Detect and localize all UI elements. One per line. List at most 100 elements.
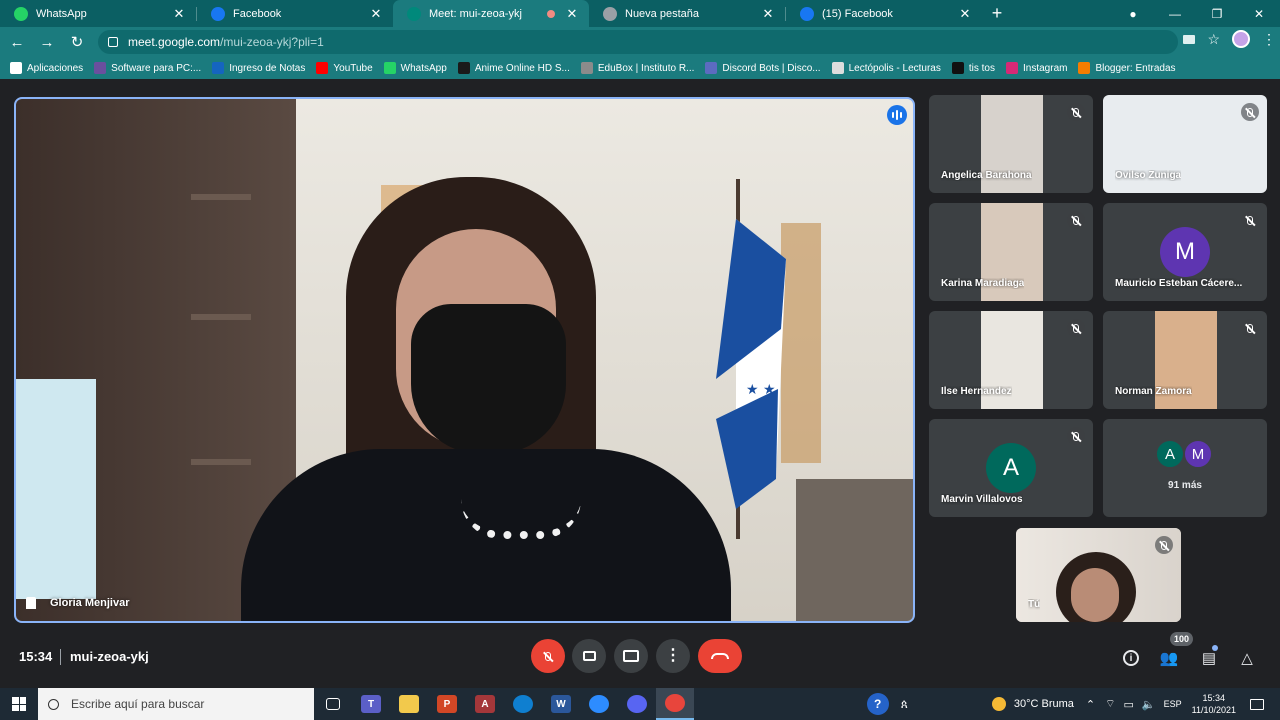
people-tray-icon[interactable]: ጰ	[901, 697, 908, 712]
taskbar-app-button[interactable]: A	[466, 688, 504, 720]
more-avatars: AM	[1155, 439, 1213, 469]
forward-button[interactable]: →	[34, 29, 60, 55]
participant-avatar: M	[1160, 227, 1210, 277]
weather-text[interactable]: 30°C Bruma	[1014, 698, 1074, 710]
people-button[interactable]: 👥	[1158, 647, 1180, 669]
taskbar-clock[interactable]: 15:34 11/10/2021	[1192, 692, 1236, 716]
bookmark-item[interactable]: Blogger: Entradas	[1078, 62, 1176, 74]
more-participants-label: 91 más	[1168, 480, 1202, 491]
meet-control-bar: 15:34 mui-zeoa-ykj ⋮ i 👥 100 ▤ △	[0, 631, 1280, 687]
profile-avatar[interactable]	[1232, 30, 1250, 48]
participant-tile[interactable]: A Marvin Villalovos	[929, 419, 1093, 517]
taskbar-app-button[interactable]	[390, 688, 428, 720]
participant-tile[interactable]: Ilse Hernandez	[929, 311, 1093, 409]
participant-avatar: M	[1183, 439, 1213, 469]
self-mic-off-icon	[1155, 536, 1173, 554]
taskbar-app-button[interactable]	[656, 688, 694, 720]
bookmark-item[interactable]: Anime Online HD S...	[457, 62, 570, 74]
discord-bots-icon	[705, 62, 718, 74]
mic-off-glyph	[1073, 431, 1079, 441]
close-tab-icon[interactable]: ✕	[172, 6, 186, 22]
browser-tab[interactable]: Meet: mui-zeoa-ykj ✕	[393, 0, 589, 27]
participant-tile[interactable]: Ovilso Zuniga	[1103, 95, 1267, 193]
close-tab-icon[interactable]: ✕	[958, 6, 972, 22]
taskbar-search-box[interactable]: Escribe aquí para buscar	[38, 688, 314, 720]
more-participants-tile[interactable]: A M 91 más	[1103, 419, 1267, 517]
bookmark-item[interactable]: Instagram	[1006, 62, 1067, 74]
volume-icon[interactable]: 🔈	[1142, 698, 1156, 711]
meeting-details-button[interactable]: i	[1120, 647, 1142, 669]
camera-permission-icon[interactable]	[1183, 34, 1196, 44]
teams-icon: T	[361, 695, 381, 713]
bookmark-label: Ingreso de Notas	[229, 62, 306, 74]
present-screen-button[interactable]	[614, 639, 648, 673]
close-tab-icon[interactable]: ✕	[369, 6, 383, 22]
browser-tab[interactable]: Facebook ✕	[197, 0, 393, 27]
taskbar-app-button[interactable]: P	[428, 688, 466, 720]
minimize-button[interactable]: —	[1154, 0, 1196, 27]
self-view-tile[interactable]: Tú	[1016, 528, 1181, 622]
battery-icon[interactable]: ▭	[1123, 698, 1133, 711]
browser-tab[interactable]: WhatsApp ✕	[0, 0, 196, 27]
recording-dot-icon	[547, 9, 555, 18]
bookmark-item[interactable]: Ingreso de Notas	[212, 62, 305, 74]
maximize-button[interactable]: ❐	[1196, 0, 1238, 27]
close-tab-icon[interactable]: ✕	[565, 6, 579, 22]
youtube-icon	[316, 62, 329, 74]
lock-icon	[108, 37, 118, 47]
taskbar-app-button[interactable]	[504, 688, 542, 720]
bookmark-item[interactable]: Software para PC:...	[94, 62, 201, 74]
language-indicator[interactable]: ESP	[1164, 699, 1182, 709]
bookmark-item[interactable]: tis tos	[951, 62, 995, 74]
help-icon[interactable]: ?	[866, 693, 889, 715]
taskbar-app-button[interactable]	[580, 688, 618, 720]
speaking-indicator-icon	[887, 105, 907, 125]
close-tab-icon[interactable]: ✕	[761, 6, 775, 22]
participant-tile[interactable]: Karina Maradiaga	[929, 203, 1093, 301]
back-button[interactable]: ←	[4, 29, 30, 55]
software-icon	[94, 62, 107, 74]
leave-call-button[interactable]	[698, 639, 742, 673]
microphone-toggle-button[interactable]	[531, 639, 565, 673]
browser-tab[interactable]: (15) Facebook ✕	[786, 0, 982, 27]
pin-icon[interactable]	[26, 597, 36, 609]
mic-off-glyph	[1073, 215, 1079, 225]
browser-tab[interactable]: Nueva pestaña ✕	[589, 0, 785, 27]
bookmark-item[interactable]: Discord Bots | Disco...	[705, 62, 821, 74]
svg-text:★ ★: ★ ★	[746, 382, 776, 398]
close-window-button[interactable]: ✕	[1238, 0, 1280, 27]
tab-title: Nueva pestaña	[625, 7, 699, 20]
participant-tile[interactable]: Angelica Barahona	[929, 95, 1093, 193]
start-button[interactable]	[0, 688, 38, 720]
bookmark-item[interactable]: YouTube	[316, 62, 373, 74]
bookmark-item[interactable]: Aplicaciones	[10, 62, 83, 74]
new-tab-button[interactable]: +	[982, 0, 1012, 27]
bookmark-item[interactable]: EduBox | Instituto R...	[580, 62, 694, 74]
bookmark-item[interactable]: WhatsApp	[383, 62, 447, 74]
edge-icon	[513, 695, 533, 713]
notifications-icon[interactable]	[1250, 698, 1264, 710]
address-bar[interactable]: meet.google.com/mui-zeoa-ykj?pli=1	[98, 30, 1178, 54]
bookmark-item[interactable]: Lectópolis - Lecturas	[831, 62, 941, 74]
browser-menu-icon[interactable]: ⋮	[1262, 31, 1276, 48]
tray-overflow-icon[interactable]: ⌃	[1086, 698, 1095, 711]
participant-tile[interactable]: Norman Zamora	[1103, 311, 1267, 409]
main-speaker-tile[interactable]: ★ ★ Gloria Menjivar	[14, 97, 915, 623]
bookmark-star-icon[interactable]: ☆	[1207, 31, 1220, 48]
word-icon: W	[551, 695, 571, 713]
url-host: meet.google.com	[128, 35, 221, 49]
more-options-button[interactable]: ⋮	[656, 639, 690, 673]
reload-button[interactable]: ↻	[64, 29, 90, 55]
taskbar-app-button[interactable]	[314, 688, 352, 720]
tab-search-icon[interactable]: ●	[1112, 0, 1154, 27]
tab-title: Meet: mui-zeoa-ykj	[429, 7, 522, 20]
chat-unread-dot	[1212, 645, 1218, 651]
activities-button[interactable]: △	[1236, 647, 1258, 669]
meet-stage: ★ ★ Gloria Menjivar Angelica Barahona Ovi…	[0, 79, 1280, 720]
participant-tile[interactable]: M Mauricio Esteban Cácere...	[1103, 203, 1267, 301]
taskbar-app-button[interactable]: T	[352, 688, 390, 720]
taskbar-app-button[interactable]: W	[542, 688, 580, 720]
network-icon[interactable]: ⌔	[1105, 697, 1115, 711]
taskbar-app-button[interactable]	[618, 688, 656, 720]
camera-toggle-button[interactable]	[572, 639, 606, 673]
